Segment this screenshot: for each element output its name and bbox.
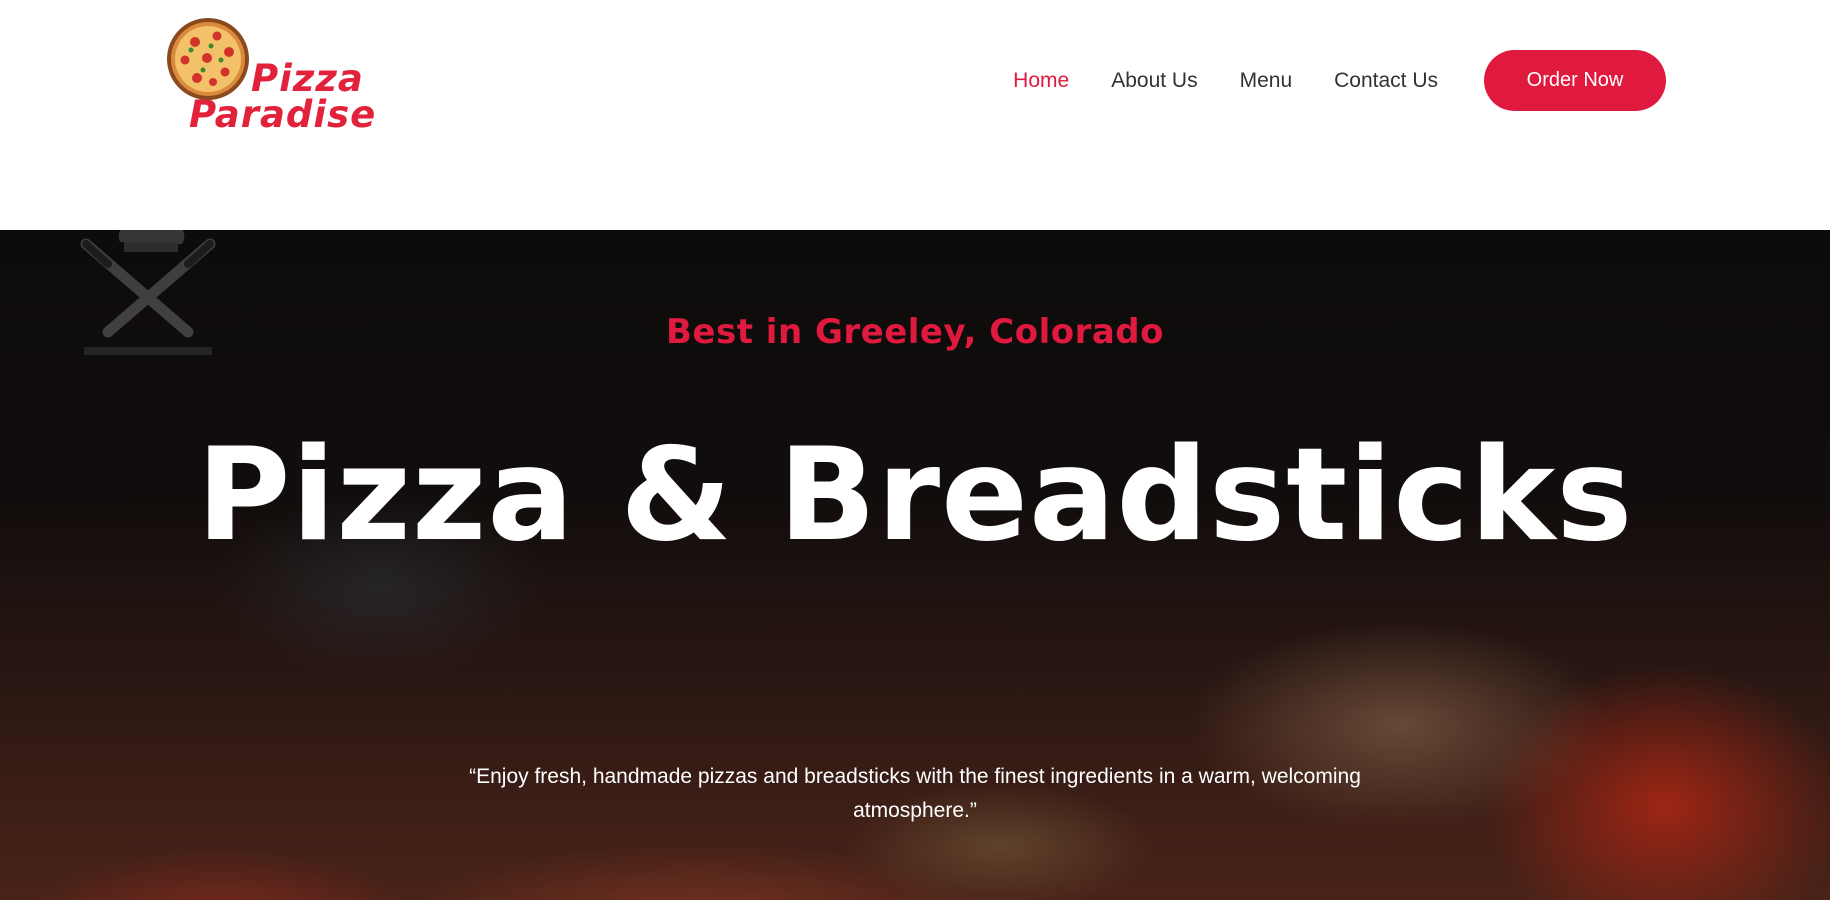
hero-quote: “Enjoy fresh, handmade pizzas and breads…: [469, 765, 1361, 822]
hero-subtitle: Best in Greeley, Colorado: [665, 312, 1164, 352]
site-logo[interactable]: Pizza Paradise: [165, 16, 375, 134]
site-header: Pizza Paradise Home About Us Menu Contac…: [0, 0, 1830, 230]
nav-link-home[interactable]: Home: [1013, 69, 1069, 93]
hero-section: Best in Greeley, Colorado Pizza & Breads…: [0, 166, 1830, 900]
logo-text-pizza: Pizza: [251, 57, 364, 100]
nav-link-contact-us[interactable]: Contact Us: [1334, 69, 1438, 93]
nav-link-menu[interactable]: Menu: [1240, 69, 1293, 93]
main-nav: Home About Us Menu Contact Us Order Now: [1013, 50, 1666, 111]
logo-text-paradise: Paradise: [189, 93, 377, 136]
hero-title: Pizza & Breadsticks: [196, 421, 1634, 570]
pizza-icon: [167, 18, 249, 100]
order-now-button[interactable]: Order Now: [1484, 50, 1666, 111]
nav-link-about-us[interactable]: About Us: [1111, 69, 1197, 93]
